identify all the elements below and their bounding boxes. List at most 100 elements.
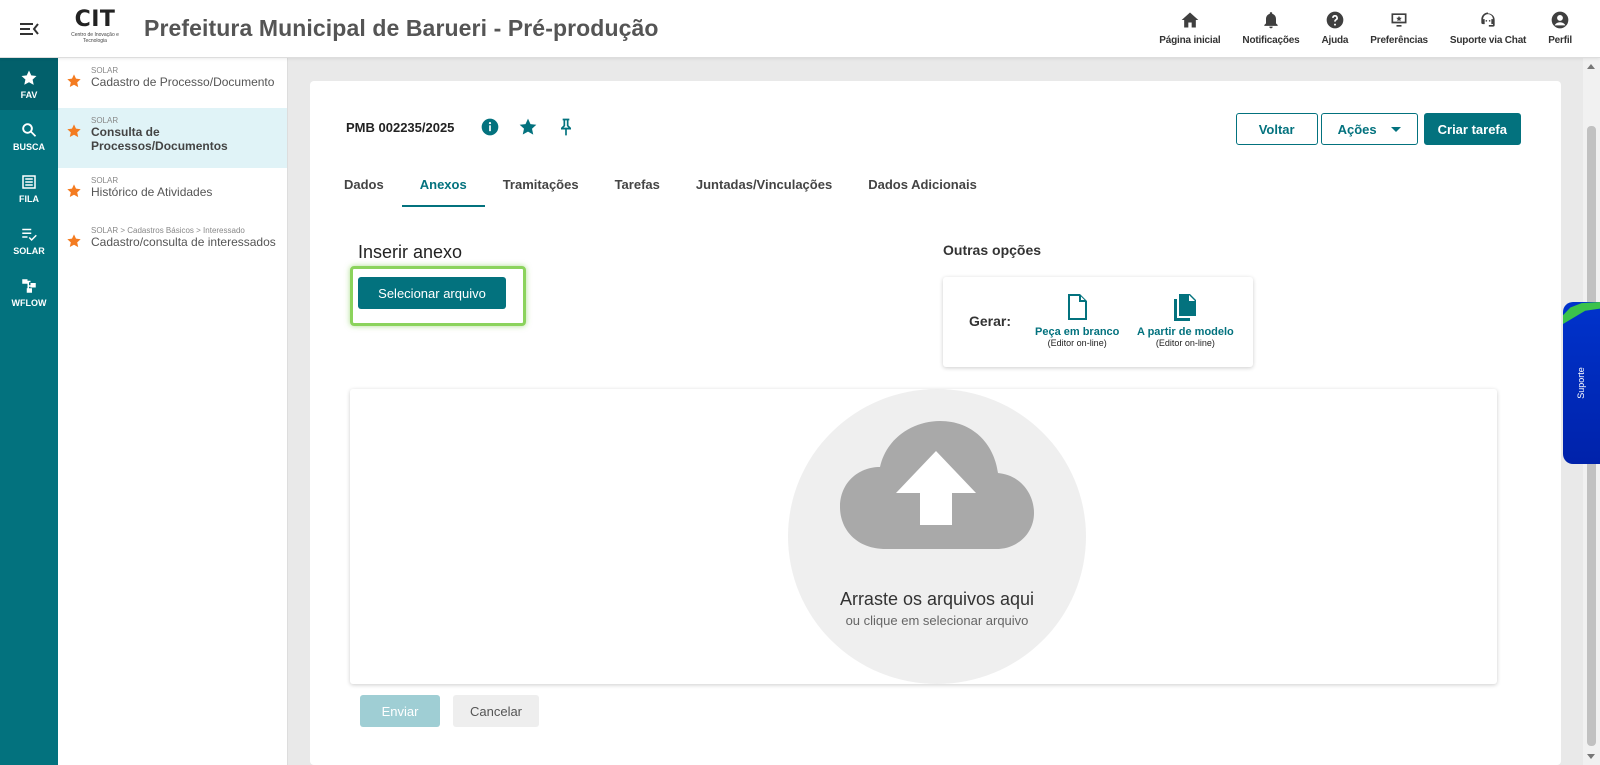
home-label: Página inicial — [1159, 35, 1221, 46]
from-template-label: A partir de modelo — [1137, 326, 1234, 338]
send-button[interactable]: Enviar — [360, 695, 440, 727]
tab-juntadas[interactable]: Juntadas/Vinculações — [678, 177, 850, 207]
help-button[interactable]: Ajuda — [1321, 10, 1349, 46]
from-template-sub: (Editor on-line) — [1155, 338, 1215, 348]
tab-dados[interactable]: Dados — [344, 177, 402, 207]
logo-subtitle: Centro de Inovação e Tecnologia — [71, 32, 119, 44]
chat-support-icon — [1481, 12, 1495, 27]
top-actions: Página inicial Notificações Ajuda Prefer… — [1137, 10, 1572, 46]
top-bar: CIT Centro de Inovação e Tecnologia Pref… — [0, 0, 1600, 58]
tab-tramitacoes[interactable]: Tramitações — [485, 177, 597, 207]
select-file-button[interactable]: Selecionar arquivo — [358, 277, 506, 309]
back-button[interactable]: Voltar — [1235, 113, 1318, 145]
cloud-upload-icon — [840, 421, 1034, 549]
favorite-item-historico-atividades[interactable]: SOLAR Histórico de Atividades — [58, 168, 287, 218]
notifications-button[interactable]: Notificações — [1242, 10, 1300, 46]
info-icon[interactable] — [480, 117, 500, 137]
rail-item-fav[interactable]: FAV — [0, 58, 58, 110]
favorite-path: SOLAR — [91, 116, 119, 125]
tab-anexos[interactable]: Anexos — [401, 177, 485, 207]
select-file-highlight: Selecionar arquivo — [350, 266, 526, 326]
help-label: Ajuda — [1321, 35, 1349, 46]
profile-label: Perfil — [1548, 35, 1572, 46]
favorite-path: SOLAR — [91, 66, 119, 75]
support-label: Suporte — [1576, 367, 1586, 399]
list-icon — [22, 174, 36, 189]
drop-zone-hint: ou clique em selecionar arquivo — [845, 613, 1029, 628]
template-document-icon — [1174, 294, 1197, 321]
checklist-icon — [22, 228, 37, 241]
actions-dropdown[interactable]: Ações — [1320, 113, 1418, 145]
rail-item-wflow[interactable]: WFLOW — [0, 266, 58, 318]
favorite-item-cadastro-interessados[interactable]: SOLAR > Cadastros Básicos > Interessado … — [58, 218, 287, 268]
preferences-button[interactable]: Preferências — [1370, 10, 1428, 46]
document-card: PMB 002235/2025 Voltar Ações Criar taref… — [310, 81, 1561, 765]
rail-label-busca: BUSCA — [12, 141, 45, 152]
create-task-label: Criar tarefa — [1437, 121, 1507, 137]
home-button[interactable]: Página inicial — [1159, 10, 1221, 46]
app-title: Prefeitura Municipal de Barueri - Pré-pr… — [144, 15, 659, 41]
back-button-label: Voltar — [1258, 121, 1295, 137]
drop-zone-title: Arraste os arquivos aqui — [839, 589, 1035, 609]
help-icon — [1326, 11, 1344, 29]
document-id: PMB 002235/2025 — [346, 120, 455, 135]
profile-icon — [1551, 11, 1569, 29]
rail-item-solar[interactable]: SOLAR — [0, 214, 58, 266]
star-icon — [21, 70, 37, 85]
favorite-star-icon[interactable] — [66, 183, 82, 199]
favorite-item-consulta-processos[interactable]: SOLAR Consulta de Processos/Documentos — [58, 108, 287, 168]
other-options-panel: Gerar: Peça em branco (Editor on-line) A… — [943, 277, 1253, 367]
chevron-down-icon — [1390, 126, 1401, 132]
document-header-buttons: Voltar Ações Criar tarefa — [1235, 113, 1521, 145]
rail-item-busca[interactable]: BUSCA — [0, 110, 58, 162]
support-accent — [1563, 302, 1600, 324]
blank-piece-option[interactable]: Peça em branco (Editor on-line) — [1035, 293, 1119, 348]
favorite-star-icon[interactable] — [66, 233, 82, 249]
favorite-star-icon[interactable] — [518, 117, 538, 137]
tab-tarefas[interactable]: Tarefas — [597, 177, 678, 207]
favorite-item-cadastro-processo[interactable]: SOLAR Cadastro de Processo/Documento — [58, 58, 287, 108]
rail-label-wflow: WFLOW — [11, 297, 47, 308]
drop-zone-circle: Arraste os arquivos aqui ou clique em se… — [788, 389, 1086, 684]
insert-attachment-title: Inserir anexo — [358, 242, 463, 262]
home-icon — [1181, 12, 1199, 28]
blank-piece-label: Peça em branco — [1035, 326, 1120, 338]
rail-label-fila: FILA — [19, 193, 39, 204]
preferences-icon — [1391, 13, 1407, 27]
generate-label: Gerar: — [969, 313, 1012, 329]
notifications-label: Notificações — [1242, 35, 1300, 46]
chat-support-button[interactable]: Suporte via Chat — [1450, 10, 1526, 46]
rail-item-fila[interactable]: FILA — [0, 162, 58, 214]
support-side-tab[interactable]: Suporte — [1563, 302, 1600, 464]
pin-icon[interactable] — [556, 117, 576, 137]
cit-logo[interactable]: CIT Centro de Inovação e Tecnologia — [68, 7, 122, 45]
actions-dropdown-label: Ações — [1337, 121, 1377, 137]
favorite-star-icon[interactable] — [66, 123, 82, 139]
favorite-name: Cadastro de Processo/Documento — [91, 75, 275, 89]
tab-dados-adicionais[interactable]: Dados Adicionais — [850, 177, 995, 207]
scroll-up-arrow[interactable] — [1587, 64, 1595, 69]
favorites-panel: SOLAR Cadastro de Processo/Documento SOL… — [58, 58, 288, 765]
menu-toggle-icon[interactable] — [18, 18, 40, 40]
blank-piece-sub: (Editor on-line) — [1047, 338, 1107, 348]
preferences-label: Preferências — [1370, 35, 1428, 46]
favorite-name: Consulta de Processos/Documentos — [91, 125, 228, 153]
cancel-button[interactable]: Cancelar — [453, 695, 539, 727]
document-header-icons — [480, 117, 576, 137]
favorite-name: Cadastro/consulta de interessados — [91, 235, 276, 249]
logo-text: CIT — [74, 7, 116, 32]
other-options-title: Outras opções — [943, 242, 1042, 258]
search-icon — [22, 122, 37, 137]
from-template-option[interactable]: A partir de modelo (Editor on-line) — [1137, 293, 1234, 348]
bell-icon — [1264, 12, 1278, 29]
left-rail: FAV BUSCA FILA SOLAR WFLOW — [0, 58, 58, 765]
favorite-path: SOLAR — [91, 176, 119, 185]
blank-document-icon — [1068, 294, 1088, 320]
scroll-down-arrow[interactable] — [1587, 754, 1595, 759]
chat-support-label: Suporte via Chat — [1449, 35, 1527, 46]
create-task-button[interactable]: Criar tarefa — [1423, 113, 1521, 145]
profile-button[interactable]: Perfil — [1548, 10, 1572, 46]
favorite-star-icon[interactable] — [66, 73, 82, 89]
file-drop-zone[interactable]: Arraste os arquivos aqui ou clique em se… — [350, 389, 1497, 684]
workflow-icon — [22, 278, 36, 293]
